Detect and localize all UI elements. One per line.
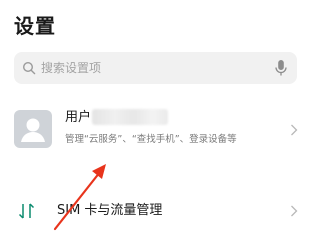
search-input-placeholder: 搜索设置项 [41, 61, 102, 75]
sim-traffic-row[interactable]: SIM 卡与流量管理 [0, 196, 312, 226]
sim-traffic-label: SIM 卡与流量管理 [57, 203, 163, 218]
chevron-right-icon [291, 124, 298, 136]
search-icon [22, 61, 36, 75]
data-transfer-icon [18, 203, 35, 219]
account-row[interactable]: 用户 管理“云服务”、“查找手机”、登录设备等 [0, 102, 312, 158]
account-description: 管理“云服务”、“查找手机”、登录设备等 [65, 134, 237, 145]
user-avatar-icon [21, 118, 45, 142]
page-title: 设置 [14, 14, 56, 38]
chevron-right-icon [291, 205, 298, 217]
microphone-icon[interactable] [274, 59, 288, 77]
avatar [14, 110, 52, 148]
account-name-blur [92, 109, 168, 125]
search-bar[interactable]: 搜索设置项 [14, 52, 297, 84]
account-name: 用户 [65, 110, 92, 125]
